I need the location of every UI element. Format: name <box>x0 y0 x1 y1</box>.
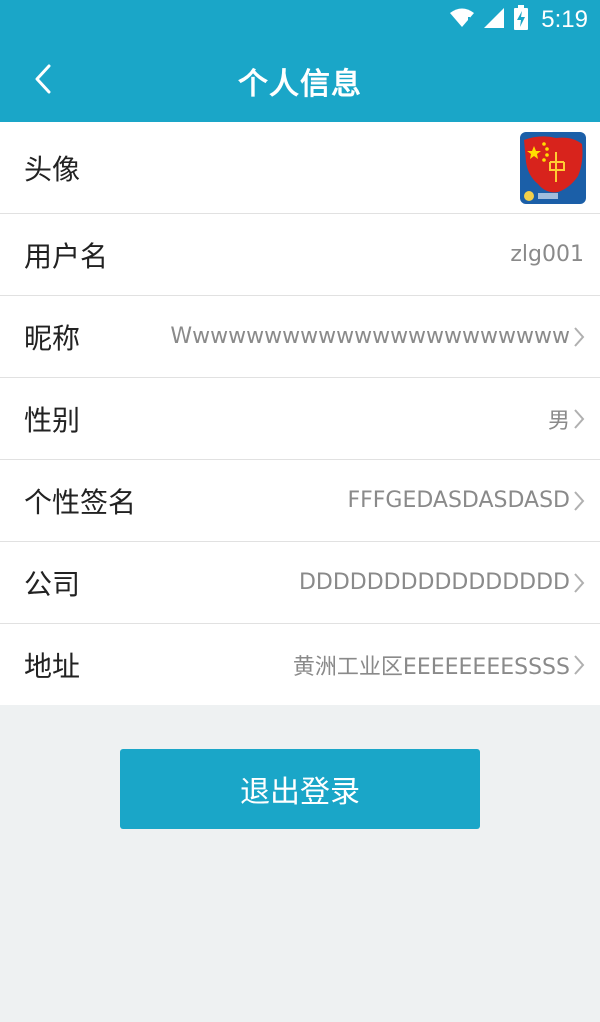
row-label-address: 地址 <box>24 649 81 683</box>
row-value-nickname: Wwwwwwwwwwwwwwwwwwwwww <box>170 324 570 349</box>
row-label-signature: 个性签名 <box>24 485 137 519</box>
row-label-company: 公司 <box>24 567 81 601</box>
row-value-gender: 男 <box>547 408 570 434</box>
page-title: 个人信息 <box>238 67 362 102</box>
chevron-right-icon <box>574 326 585 347</box>
row-company[interactable]: 公司 DDDDDDDDDDDDDDDD <box>0 542 600 624</box>
row-nickname[interactable]: 昵称 Wwwwwwwwwwwwwwwwwwwwww <box>0 296 600 378</box>
battery-charging-icon <box>513 5 529 35</box>
row-address[interactable]: 地址 黄洲工业区EEEEEEEESSSS <box>0 624 600 705</box>
status-time: 5:19 <box>541 6 588 33</box>
status-bar: 5:19 <box>0 0 600 40</box>
row-value-signature: FFFGEDASDASDASD <box>347 488 570 513</box>
row-username[interactable]: 用户名 zlg001 <box>0 214 600 296</box>
chevron-right-icon <box>574 654 585 675</box>
chevron-right-icon <box>574 572 585 593</box>
signal-icon <box>483 7 505 33</box>
row-label-gender: 性别 <box>24 403 81 437</box>
back-button[interactable] <box>18 56 68 106</box>
chevron-left-icon <box>34 64 52 98</box>
row-value-username: zlg001 <box>510 242 584 267</box>
row-value-company: DDDDDDDDDDDDDDDD <box>298 570 570 595</box>
wifi-icon <box>449 7 475 33</box>
chevron-right-icon <box>574 408 585 429</box>
logout-button[interactable]: 退出登录 <box>120 749 480 829</box>
profile-list: 头像 用户名 zlg001 昵称 Wwwwwwwwwwwwwwwwwwwwww <box>0 122 600 705</box>
chevron-right-icon <box>574 490 585 511</box>
row-value-address: 黄洲工业区EEEEEEEESSSS <box>292 654 570 680</box>
row-label-avatar: 头像 <box>24 152 81 186</box>
avatar[interactable] <box>520 131 586 204</box>
row-label-username: 用户名 <box>24 239 109 273</box>
row-label-nickname: 昵称 <box>24 321 81 355</box>
header-bar: 个人信息 <box>0 40 600 122</box>
row-avatar[interactable]: 头像 <box>0 122 600 214</box>
row-signature[interactable]: 个性签名 FFFGEDASDASDASD <box>0 460 600 542</box>
row-gender[interactable]: 性别 男 <box>0 378 600 460</box>
